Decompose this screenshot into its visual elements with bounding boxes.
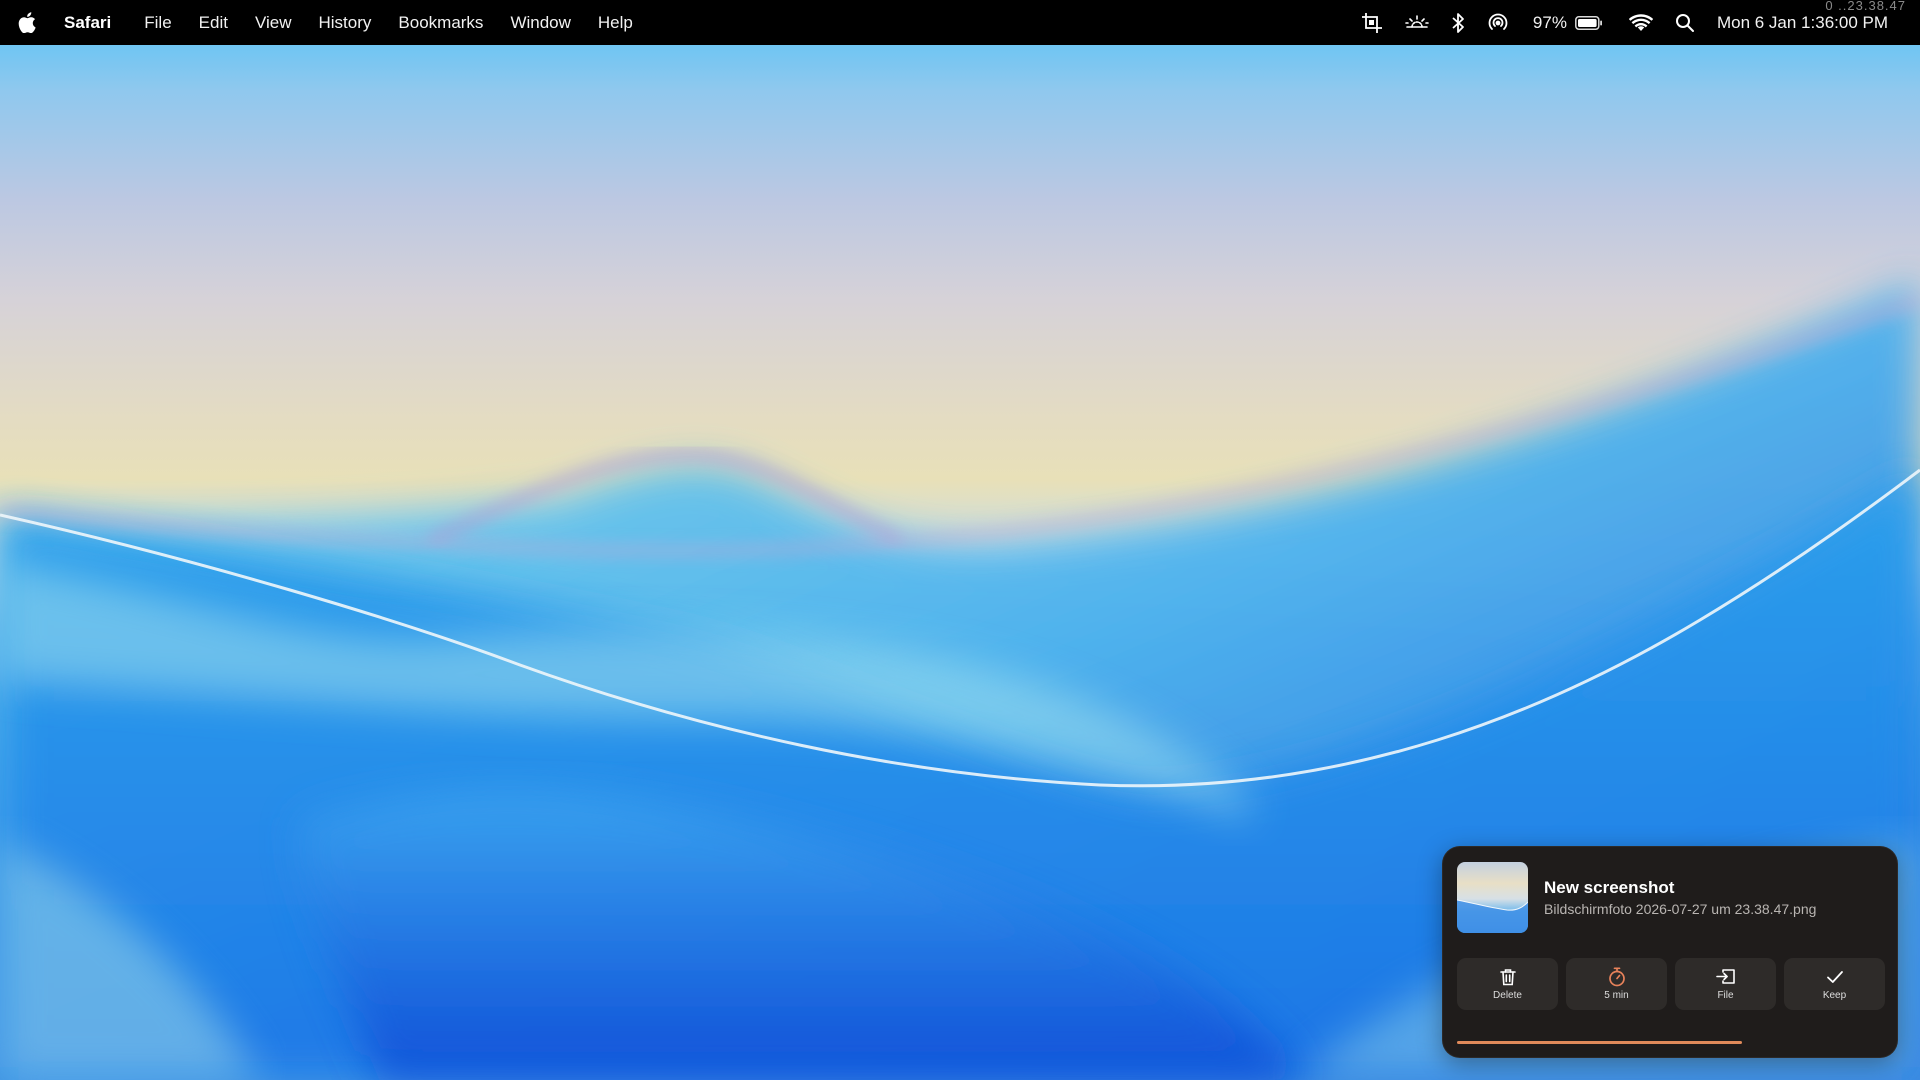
apple-icon[interactable] (18, 12, 36, 34)
menu-file[interactable]: File (144, 13, 171, 33)
file-button[interactable]: File (1675, 958, 1776, 1010)
clock[interactable]: Mon 6 Jan 1:36:00 PM (1717, 13, 1888, 33)
file-move-icon (1715, 967, 1736, 987)
screenshot-notification[interactable]: New screenshot Bildschirmfoto 2026-07-27… (1442, 846, 1898, 1058)
checkmark-icon (1826, 967, 1844, 987)
battery-percent: 97% (1532, 12, 1567, 32)
snooze-5min-button[interactable]: 5 min (1566, 958, 1667, 1010)
menu-view[interactable]: View (255, 13, 292, 33)
keep-button[interactable]: Keep (1784, 958, 1885, 1010)
dismiss-progress-fill (1457, 1041, 1743, 1044)
snooze-label: 5 min (1604, 990, 1629, 1001)
menu-bar: Safari File Edit View History Bookmarks … (0, 0, 1920, 45)
menu-bookmarks[interactable]: Bookmarks (398, 13, 483, 33)
menu-window[interactable]: Window (510, 13, 570, 33)
delete-label: Delete (1493, 990, 1522, 1001)
notification-actions: Delete 5 min File Keep (1457, 958, 1885, 1010)
trash-icon (1499, 967, 1516, 987)
file-label: File (1717, 990, 1734, 1001)
menu-history[interactable]: History (319, 13, 372, 33)
wifi-icon[interactable] (1628, 0, 1653, 45)
battery-icon[interactable] (1575, 0, 1603, 45)
bluetooth-icon[interactable] (1451, 0, 1465, 45)
crop-icon[interactable] (1361, 0, 1383, 45)
notification-filename: Bildschirmfoto 2026-07-27 um 23.38.47.pn… (1544, 901, 1817, 917)
notification-title: New screenshot (1544, 878, 1675, 897)
screenshot-thumbnail[interactable] (1457, 862, 1528, 933)
search-icon[interactable] (1675, 0, 1695, 45)
brightness-icon[interactable] (1405, 0, 1429, 45)
menu-app-name[interactable]: Safari (64, 13, 111, 33)
dismiss-progress-bar (1457, 1041, 1883, 1044)
keep-label: Keep (1822, 990, 1847, 1001)
menu-help[interactable]: Help (598, 13, 633, 33)
delete-button[interactable]: Delete (1457, 958, 1558, 1010)
menu-edit[interactable]: Edit (199, 13, 228, 33)
timer-icon (1608, 967, 1626, 987)
airdrop-icon[interactable] (1487, 0, 1509, 45)
